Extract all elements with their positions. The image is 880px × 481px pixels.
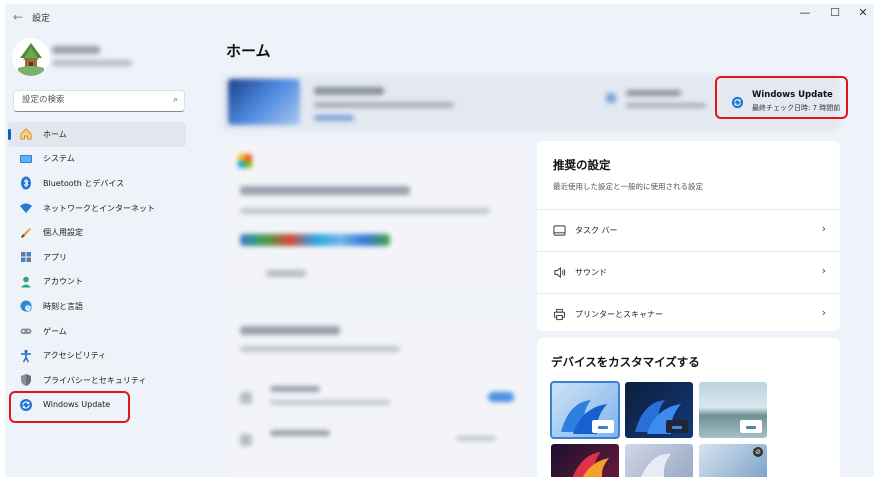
sidebar-item-label: 個人用設定	[43, 228, 83, 238]
sidebar-item-system[interactable]: システム	[8, 147, 186, 172]
chevron-right-icon: ›	[821, 222, 826, 235]
title-bar: ← 設定 — ☐ ✕	[5, 4, 874, 32]
taskbar-icon	[552, 224, 566, 238]
minimize-button[interactable]: —	[795, 6, 815, 19]
recommended-title: 推奨の設定	[553, 158, 611, 172]
theme-thumbnail-sunrise[interactable]: ⊘	[699, 444, 767, 477]
page-title: ホーム	[226, 42, 271, 60]
sidebar-item-label: アプリ	[43, 252, 67, 262]
more-options-icon[interactable]: ⊘	[753, 447, 763, 457]
avatar-tree-icon	[12, 38, 50, 76]
gamepad-icon	[18, 323, 34, 339]
microsoft-365-card-blurred	[226, 142, 526, 300]
recommended-item-printers[interactable]: プリンターとスキャナー ›	[537, 293, 840, 335]
theme-thumbnail-landscape[interactable]	[699, 382, 767, 438]
sidebar-item-apps[interactable]: アプリ	[8, 245, 186, 270]
sidebar-item-home[interactable]: ホーム	[8, 122, 186, 147]
sidebar-item-label: プライバシーとセキュリティ	[43, 375, 147, 385]
sidebar-item-label: システム	[43, 154, 75, 164]
profile-email-blurred	[52, 60, 132, 66]
profile-name-blurred	[52, 46, 100, 54]
search-box[interactable]: ⌕	[13, 90, 185, 112]
search-input[interactable]	[20, 94, 164, 106]
window-title: 設定	[32, 14, 51, 24]
active-indicator	[8, 129, 11, 140]
sidebar-item-time-language[interactable]: 時刻と言語	[8, 294, 186, 319]
sidebar-item-label: アクセシビリティ	[43, 351, 107, 361]
back-arrow-icon[interactable]: ←	[13, 10, 23, 24]
avatar[interactable]	[12, 38, 50, 76]
sidebar-item-personalization[interactable]: 個人用設定	[8, 220, 186, 245]
settings-window: ← 設定 — ☐ ✕ ⌕ ホーム	[5, 4, 874, 477]
recommended-item-label: サウンド	[575, 268, 607, 277]
apps-icon	[18, 249, 34, 265]
maximize-button[interactable]: ☐	[825, 6, 845, 19]
sidebar-item-bluetooth[interactable]: Bluetooth とデバイス	[8, 171, 186, 196]
speaker-icon	[552, 266, 566, 280]
recommended-item-sound[interactable]: サウンド ›	[537, 251, 840, 293]
sidebar-item-accessibility[interactable]: アクセシビリティ	[8, 343, 186, 368]
sidebar-item-label: ネットワークとインターネット	[43, 203, 155, 213]
theme-thumbnail-dark-bloom[interactable]	[625, 382, 693, 438]
shield-icon	[18, 372, 34, 388]
highlight-sidebar-windows-update	[9, 391, 130, 423]
chevron-right-icon: ›	[821, 264, 826, 277]
brush-icon	[18, 225, 34, 241]
account-icon	[18, 274, 34, 290]
theme-thumbnail-flow[interactable]	[625, 444, 693, 477]
sidebar-item-label: 時刻と言語	[43, 301, 83, 311]
wifi-icon	[18, 200, 34, 216]
accessibility-icon	[18, 348, 34, 364]
account-card-blurred	[226, 308, 526, 477]
home-icon	[18, 126, 34, 142]
customize-device-card: デバイスをカスタマイズする ⊘	[537, 338, 840, 477]
search-icon[interactable]: ⌕	[173, 95, 178, 105]
bluetooth-icon	[18, 175, 34, 191]
recommended-item-label: タスク バー	[575, 226, 618, 235]
sidebar-nav: ホーム システム Bluetooth とデバイス ネットワークとインターネット …	[8, 122, 186, 417]
sidebar-item-label: ゲーム	[43, 326, 67, 336]
printer-icon	[552, 308, 566, 322]
recommended-item-taskbar[interactable]: タスク バー ›	[537, 209, 840, 251]
theme-thumbnail-glow[interactable]	[551, 444, 619, 477]
sidebar-item-privacy[interactable]: プライバシーとセキュリティ	[8, 368, 186, 393]
theme-thumbnail-light-bloom[interactable]	[550, 381, 620, 439]
customize-title: デバイスをカスタマイズする	[551, 355, 700, 369]
sidebar-item-gaming[interactable]: ゲーム	[8, 319, 186, 344]
highlight-windows-update-tile	[715, 76, 848, 119]
close-button[interactable]: ✕	[853, 6, 873, 19]
sidebar-item-label: ホーム	[43, 129, 67, 139]
recommended-settings-card: 推奨の設定 最近使用した設定と一般的に使用される設定 タスク バー › サウンド…	[537, 141, 840, 331]
recommended-subtitle: 最近使用した設定と一般的に使用される設定	[553, 182, 703, 191]
chevron-right-icon: ›	[821, 306, 826, 319]
globe-clock-icon	[18, 298, 34, 314]
sidebar-item-label: Bluetooth とデバイス	[43, 178, 125, 188]
display-icon	[18, 151, 34, 167]
sidebar-item-network[interactable]: ネットワークとインターネット	[8, 196, 186, 221]
sidebar-item-label: アカウント	[43, 277, 83, 287]
recommended-item-label: プリンターとスキャナー	[575, 310, 663, 319]
sidebar-item-accounts[interactable]: アカウント	[8, 270, 186, 295]
